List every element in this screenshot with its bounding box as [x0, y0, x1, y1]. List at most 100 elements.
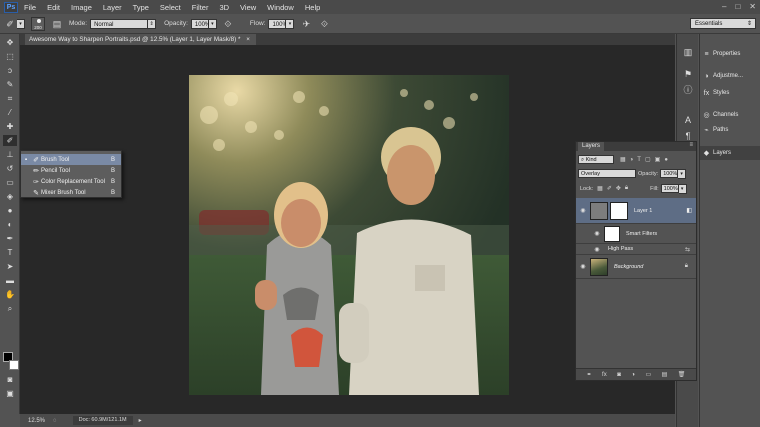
- pressure-opacity-icon[interactable]: ⟐: [222, 18, 234, 30]
- airbrush-icon[interactable]: ✈: [300, 18, 312, 30]
- history-brush-tool-icon[interactable]: ↺: [3, 163, 17, 174]
- document-canvas-image[interactable]: [189, 75, 509, 395]
- pixel-filter-icon[interactable]: ▦: [620, 156, 626, 163]
- workspace-select[interactable]: Essentials ⇕: [690, 18, 756, 29]
- layer-opacity-field[interactable]: 100%: [660, 169, 679, 178]
- layer-opacity-dropdown-icon[interactable]: ▾: [678, 168, 687, 179]
- quick-select-tool-icon[interactable]: ✎: [3, 79, 17, 90]
- menu-help[interactable]: Help: [305, 3, 320, 12]
- brush-preset-dropdown-icon[interactable]: ▾: [17, 18, 25, 29]
- fill-field[interactable]: 100%: [660, 184, 679, 193]
- menu-view[interactable]: View: [240, 3, 256, 12]
- visibility-eye-icon[interactable]: ◉: [576, 263, 590, 270]
- dock-panel-adjustments[interactable]: ◑ Adjustme...: [700, 69, 760, 83]
- smart-object-filter-icon[interactable]: ▣: [655, 156, 661, 163]
- opacity-dropdown-icon[interactable]: ▾: [208, 18, 217, 29]
- lock-position-icon[interactable]: ✥: [616, 185, 621, 192]
- info-icon[interactable]: ⓘ: [682, 84, 694, 96]
- minimize-icon[interactable]: –: [722, 2, 726, 11]
- pen-tool-icon[interactable]: ✒: [3, 233, 17, 244]
- menu-edit[interactable]: Edit: [47, 3, 60, 12]
- menu-file[interactable]: File: [24, 3, 36, 12]
- flow-field[interactable]: 100%: [268, 18, 288, 29]
- dodge-tool-icon[interactable]: ◐: [3, 219, 17, 230]
- delete-layer-icon[interactable]: 🗑︎: [678, 371, 686, 378]
- history-icon[interactable]: ▥: [682, 46, 694, 58]
- close-icon[interactable]: ✕: [749, 2, 756, 11]
- maximize-icon[interactable]: □: [735, 2, 740, 11]
- shape-filter-icon[interactable]: ▢: [645, 156, 651, 163]
- clone-stamp-tool-icon[interactable]: ⊥: [3, 149, 17, 160]
- brush-panel-toggle-icon[interactable]: ▤: [51, 18, 63, 30]
- visibility-eye-icon[interactable]: ◉: [576, 207, 590, 214]
- lasso-tool-icon[interactable]: ↄ: [3, 65, 17, 76]
- fill-dropdown-icon[interactable]: ▾: [678, 183, 687, 194]
- layer-style-icon[interactable]: fx: [602, 372, 607, 378]
- lock-all-icon[interactable]: 🔒︎: [625, 185, 628, 192]
- layer-row-smart-filters[interactable]: ◉ Smart Filters: [576, 224, 696, 244]
- lock-pixels-icon[interactable]: ✐: [607, 185, 612, 192]
- new-layer-icon[interactable]: ▤: [662, 371, 668, 378]
- layer-row-layer-1[interactable]: ◉ Layer 1 ◧: [576, 198, 696, 224]
- type-filter-icon[interactable]: T: [637, 157, 641, 163]
- healing-tool-icon[interactable]: ✚: [3, 121, 17, 132]
- shape-tool-icon[interactable]: ▬: [3, 275, 17, 286]
- kind-filter-select[interactable]: ⌕ Kind: [578, 155, 614, 164]
- filter-toggle-icon[interactable]: ●: [664, 157, 668, 163]
- flyout-item-color-replacement-tool[interactable]: ✑ Color Replacement Tool B: [21, 176, 121, 187]
- background-color-swatch-front[interactable]: [9, 360, 19, 370]
- eraser-tool-icon[interactable]: ▭: [3, 177, 17, 188]
- blur-tool-icon[interactable]: ●: [3, 205, 17, 216]
- path-select-tool-icon[interactable]: ➤: [3, 261, 17, 272]
- mode-select[interactable]: Normal: [90, 18, 149, 29]
- move-tool-icon[interactable]: ✥: [3, 37, 17, 48]
- quick-mask-icon[interactable]: ◙: [3, 374, 17, 385]
- screen-mode-icon[interactable]: ▣: [3, 388, 17, 399]
- menu-select[interactable]: Select: [160, 3, 181, 12]
- brush-tool-icon[interactable]: ✐: [3, 135, 17, 146]
- adjustment-filter-icon[interactable]: ◑: [630, 157, 634, 163]
- type-tool-icon[interactable]: T: [3, 247, 17, 258]
- eyedropper-tool-icon[interactable]: ⁄: [3, 107, 17, 118]
- new-adjustment-layer-icon[interactable]: ◑: [631, 372, 635, 378]
- flyout-item-brush-tool[interactable]: ▪ ✐ Brush Tool B: [21, 154, 121, 165]
- character-icon[interactable]: A: [682, 114, 694, 126]
- paint-bucket-tool-icon[interactable]: ◈: [3, 191, 17, 202]
- dock-panel-layers[interactable]: ◆ Layers: [700, 146, 760, 160]
- dock-panel-properties[interactable]: ≡ Properties: [700, 47, 760, 61]
- marquee-tool-icon[interactable]: ⬚: [3, 51, 17, 62]
- zoom-tool-icon[interactable]: ⌕: [3, 303, 17, 314]
- visibility-eye-icon[interactable]: ◉: [590, 230, 604, 237]
- layer-row-high-pass[interactable]: ◉ High Pass ⇆: [576, 244, 696, 255]
- menu-filter[interactable]: Filter: [192, 3, 209, 12]
- flyout-item-pencil-tool[interactable]: ✏ Pencil Tool B: [21, 165, 121, 176]
- menu-image[interactable]: Image: [71, 3, 92, 12]
- pressure-size-icon[interactable]: ⟐: [318, 18, 330, 30]
- brush-preset-icon[interactable]: ✐: [4, 18, 16, 30]
- menu-3d[interactable]: 3D: [219, 3, 229, 12]
- new-group-icon[interactable]: ▭: [645, 371, 651, 378]
- dock-panel-channels[interactable]: ◎ Channels: [700, 108, 760, 122]
- dock-panel-paths[interactable]: ⌁ Paths: [700, 123, 760, 137]
- lock-transparent-icon[interactable]: ▦: [597, 185, 603, 192]
- link-layers-icon[interactable]: ⚭: [587, 371, 592, 378]
- flow-dropdown-icon[interactable]: ▾: [286, 18, 295, 29]
- document-tab[interactable]: Awesome Way to Sharpen Portraits.psd @ 1…: [25, 34, 256, 45]
- actions-icon[interactable]: ⚑: [682, 68, 694, 80]
- status-info-icon[interactable]: ◌: [53, 418, 57, 424]
- flyout-item-mixer-brush-tool[interactable]: ✎ Mixer Brush Tool B: [21, 187, 121, 198]
- add-mask-icon[interactable]: ◙: [617, 372, 621, 378]
- crop-tool-icon[interactable]: ⌗: [3, 93, 17, 104]
- dock-panel-styles[interactable]: fx Styles: [700, 86, 760, 100]
- layer-mask-thumbnail[interactable]: [610, 201, 628, 220]
- layers-tab[interactable]: Layers: [578, 142, 605, 151]
- zoom-level[interactable]: 12.5%: [28, 418, 45, 424]
- smart-filter-mask-thumbnail[interactable]: [604, 225, 620, 242]
- mode-dropdown-icon[interactable]: ⇕: [148, 18, 157, 29]
- layer-row-background[interactable]: ◉ Background 🔒︎: [576, 255, 696, 279]
- opacity-field[interactable]: 100%: [190, 18, 210, 29]
- close-tab-icon[interactable]: ×: [246, 36, 250, 43]
- status-menu-icon[interactable]: ▸: [139, 417, 142, 424]
- menu-layer[interactable]: Layer: [103, 3, 122, 12]
- blend-mode-select[interactable]: Overlay: [578, 169, 636, 178]
